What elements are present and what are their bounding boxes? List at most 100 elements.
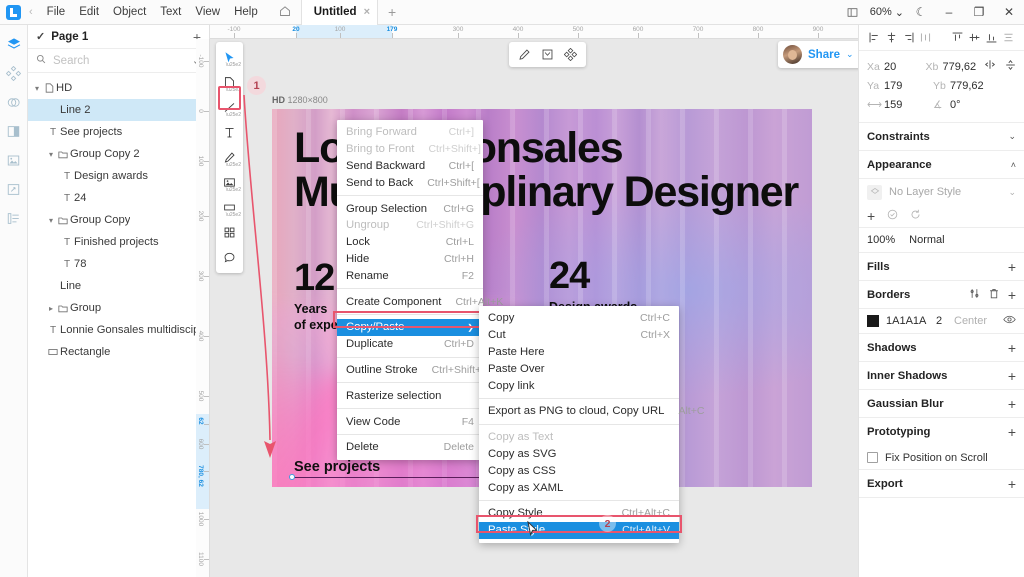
image-tool[interactable]: \u25e2 <box>216 170 243 195</box>
avatar[interactable] <box>783 45 802 64</box>
layer-row-line[interactable]: Line <box>28 275 209 297</box>
artboard-label[interactable]: HD 1280×800 <box>272 95 328 105</box>
select-tool[interactable]: \u25e2 <box>216 45 243 70</box>
menu-help[interactable]: Help <box>227 3 265 21</box>
field-length[interactable]: ⟷ 159 <box>867 99 933 111</box>
edit-icon[interactable] <box>513 43 536 66</box>
chevron-down-icon[interactable]: ⌄ <box>1008 187 1016 198</box>
share-control[interactable]: Share ⌄ <box>778 41 862 68</box>
section-appearance[interactable]: Appearance ˄ <box>859 151 1024 179</box>
fix-position-checkbox[interactable] <box>867 452 878 463</box>
align-center-v-icon[interactable] <box>967 30 982 46</box>
layer-row-group[interactable]: ▸ Group <box>28 297 209 319</box>
field-xa[interactable]: Xa 20 <box>867 61 926 73</box>
submenu-item-copy-style[interactable]: Copy Style Ctrl+Alt+C <box>479 505 679 522</box>
menu-item-send-to-back[interactable]: Send to Back Ctrl+Shift+[ <box>337 174 483 191</box>
menu-view[interactable]: View <box>188 3 227 21</box>
layer-row-line-2[interactable]: Line 2 <box>28 99 209 121</box>
submenu-item-copy-as-svg[interactable]: Copy as SVG <box>479 446 679 463</box>
shape-tool[interactable]: \u25e2 <box>216 195 243 220</box>
reset-style-icon[interactable] <box>910 209 921 223</box>
layer-row-hd[interactable]: ▾ HD <box>28 77 209 99</box>
chevron-up-icon[interactable]: ˄ <box>1011 160 1016 170</box>
menu-object[interactable]: Object <box>106 3 153 21</box>
apply-style-icon[interactable] <box>887 209 898 223</box>
layer-row-design-awards[interactable]: T Design awards <box>28 165 209 187</box>
add-shadow-icon[interactable]: + <box>1008 340 1016 356</box>
field-ya[interactable]: Ya 179 <box>867 80 933 92</box>
assets-icon[interactable] <box>2 147 26 173</box>
align-top-icon[interactable] <box>950 30 965 46</box>
layer-row-24[interactable]: T 24 <box>28 187 209 209</box>
chevron-down-icon[interactable]: ⌄ <box>1008 131 1016 142</box>
submenu-item-copy-as-text[interactable]: Copy as Text <box>479 429 679 446</box>
menu-item-ungroup[interactable]: Ungroup Ctrl+Shift+G <box>337 217 483 234</box>
menu-item-rasterize-selection[interactable]: Rasterize selection <box>337 387 483 404</box>
dark-mode-icon[interactable]: ☾ <box>908 0 934 25</box>
copy-paste-submenu[interactable]: Copy Ctrl+C Cut Ctrl+X Paste Here Paste … <box>479 306 704 543</box>
field-angle[interactable]: ∡ 0° <box>933 99 999 111</box>
menu-item-copy-paste[interactable]: Copy/Paste ❯ <box>337 318 483 336</box>
line-handle-start[interactable] <box>289 474 295 480</box>
menu-file[interactable]: File <box>40 3 73 21</box>
layer-row-78[interactable]: T 78 <box>28 253 209 275</box>
fix-position-row[interactable]: Fix Position on Scroll <box>859 446 1024 470</box>
plugins-icon[interactable] <box>2 176 26 202</box>
layer-row-rectangle[interactable]: Rectangle <box>28 341 209 363</box>
twisty-icon[interactable]: ▾ <box>32 84 42 93</box>
border-item-row[interactable]: 1A1A1A 2 Center <box>859 309 1024 334</box>
border-options-icon[interactable] <box>969 288 980 302</box>
styles-icon[interactable] <box>2 89 26 115</box>
canvas-hscroll-track[interactable] <box>210 562 858 577</box>
menu-item-bring-to-front[interactable]: Bring to Front Ctrl+Shift+] <box>337 141 483 158</box>
menu-item-outline-stroke[interactable]: Outline Stroke Ctrl+Shift+O <box>337 362 489 379</box>
align-center-h-icon[interactable] <box>884 30 899 46</box>
new-tab-icon[interactable]: + <box>388 4 396 20</box>
minimize-button[interactable]: – <box>934 0 964 25</box>
add-export-icon[interactable]: + <box>1008 476 1016 492</box>
submenu-item-copy-as-css[interactable]: Copy as CSS <box>479 462 679 479</box>
menu-item-hide[interactable]: Hide Ctrl+H <box>337 251 483 268</box>
layer-row-group-copy-2[interactable]: ▾ Group Copy 2 <box>28 143 209 165</box>
page-selector-row[interactable]: ✓ Page 1 + <box>28 25 209 49</box>
document-tab[interactable]: Untitled × <box>300 0 378 25</box>
menu-item-create-component[interactable]: Create Component Ctrl+Alt+K <box>337 293 503 310</box>
section-export[interactable]: Export + <box>859 470 1024 498</box>
back-chevron-icon[interactable]: ‹ <box>29 6 33 18</box>
align-left-icon[interactable] <box>867 30 882 46</box>
section-borders[interactable]: Borders + <box>859 281 1024 309</box>
layer-row-see-projects[interactable]: T See projects <box>28 121 209 143</box>
layers-icon[interactable] <box>2 31 26 57</box>
layer-row-group-copy[interactable]: ▾ Group Copy <box>28 209 209 231</box>
add-inner-shadow-icon[interactable]: + <box>1008 368 1016 384</box>
flip-vertical-icon[interactable] <box>1005 59 1016 74</box>
twisty-icon[interactable]: ▸ <box>46 304 56 313</box>
zoom-selector[interactable]: 60% ⌄ <box>866 6 908 19</box>
component-tool[interactable] <box>216 220 243 245</box>
menu-item-view-code[interactable]: View Code F4 <box>337 413 483 430</box>
vertical-ruler[interactable]: -100 0 100 200 300 400 500 600 62 780, 6… <box>196 39 210 577</box>
menu-item-lock[interactable]: Lock Ctrl+L <box>337 234 483 251</box>
add-fill-icon[interactable]: + <box>1008 259 1016 275</box>
section-fills[interactable]: Fills + <box>859 253 1024 281</box>
distribute-v-icon[interactable] <box>1001 30 1016 46</box>
submenu-item-paste-style[interactable]: Paste Style Ctrl+Alt+V <box>479 521 679 539</box>
align-bottom-icon[interactable] <box>984 30 999 46</box>
border-color-swatch[interactable] <box>867 315 879 327</box>
submenu-item-copy-as-xaml[interactable]: Copy as XAML <box>479 479 679 496</box>
twisty-icon[interactable]: ▾ <box>46 150 56 159</box>
layer-style-row[interactable]: No Layer Style ⌄ <box>859 179 1024 205</box>
menu-item-bring-forward[interactable]: Bring Forward Ctrl+] <box>337 124 483 141</box>
section-constraints[interactable]: Constraints ⌄ <box>859 123 1024 151</box>
menu-edit[interactable]: Edit <box>72 3 106 21</box>
menu-item-group-selection[interactable]: Group Selection Ctrl+G <box>337 200 483 217</box>
menu-item-send-backward[interactable]: Send Backward Ctrl+[ <box>337 158 483 175</box>
flip-horizontal-icon[interactable] <box>984 59 996 74</box>
add-border-icon[interactable]: + <box>1008 287 1016 303</box>
search-input[interactable] <box>53 54 173 67</box>
pen-tool[interactable]: \u25e2 <box>216 145 243 170</box>
twisty-icon[interactable]: ▾ <box>46 216 56 225</box>
settings-icon[interactable] <box>2 205 26 231</box>
submenu-item-export-png[interactable]: Export as PNG to cloud, Copy URL Alt+C <box>479 403 704 420</box>
comment-tool[interactable] <box>216 245 243 270</box>
